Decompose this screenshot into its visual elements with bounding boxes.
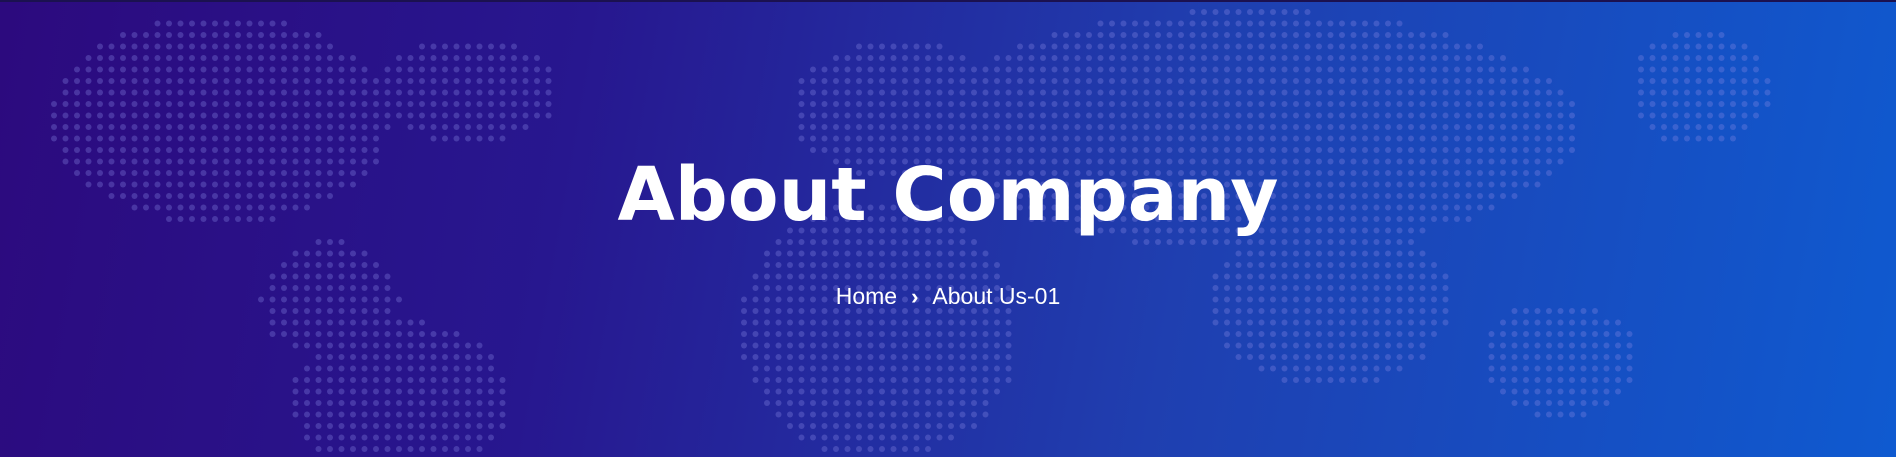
breadcrumb-home-link[interactable]: Home	[836, 283, 897, 309]
chevron-right-icon: ›	[911, 284, 919, 309]
breadcrumb-current: About Us-01	[932, 283, 1061, 309]
breadcrumb: Home › About Us-01	[0, 280, 1896, 313]
page-hero-banner: About Company Home › About Us-01	[0, 0, 1896, 457]
page-title: About Company	[617, 152, 1279, 238]
hero-content: About Company Home › About Us-01	[0, 0, 1896, 457]
